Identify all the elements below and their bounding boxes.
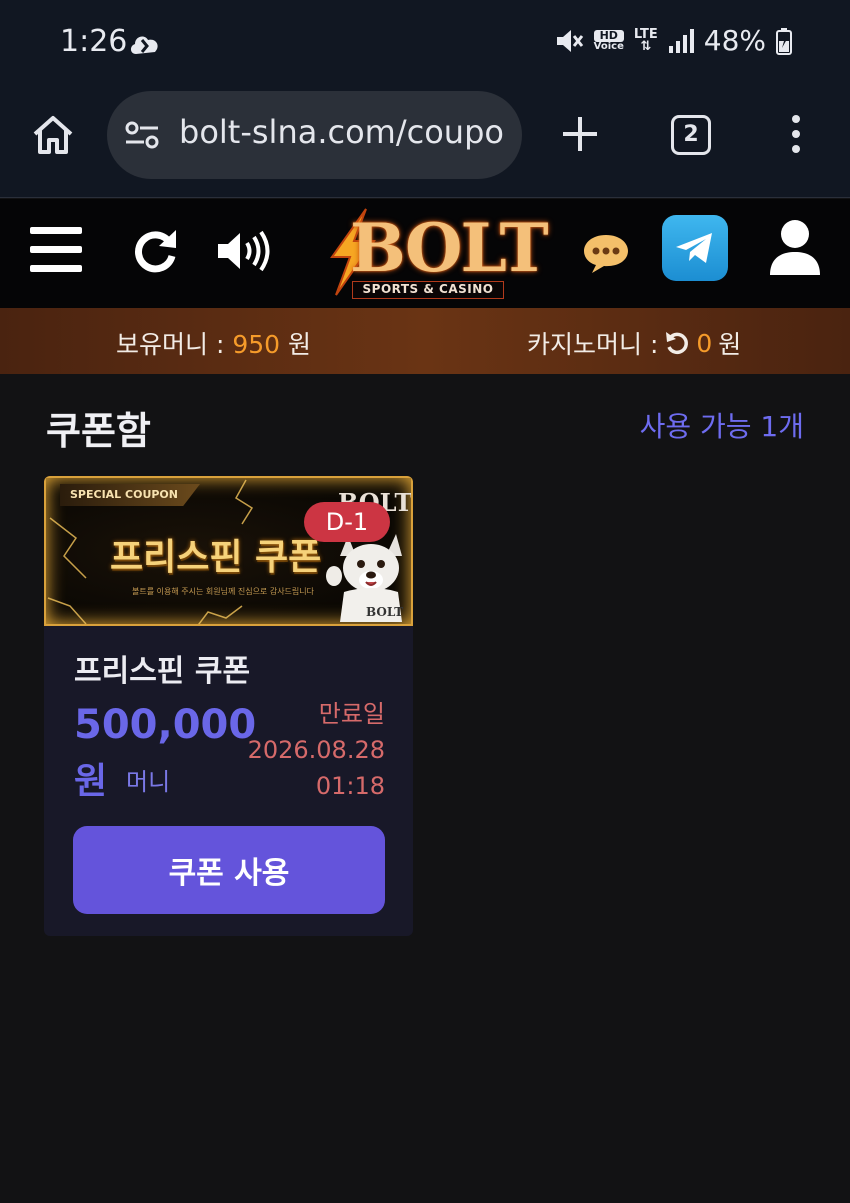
casino-money-unit: 원	[718, 330, 742, 359]
coupon-name: 프리스핀 쿠폰	[74, 654, 251, 689]
lte-icon: LTE ⇅	[633, 26, 658, 54]
sound-icon[interactable]	[216, 229, 272, 273]
page-title: 쿠폰함	[46, 409, 151, 453]
expiry-time: 01:18	[315, 772, 385, 800]
logo-subtitle: SPORTS & CASINO	[352, 281, 504, 299]
holding-money-value: 950	[232, 330, 281, 359]
money-bar: 보유머니 : 950 원 카지노머니 : 0 원	[0, 308, 850, 374]
special-coupon-tag: SPECIAL COUPON	[60, 484, 200, 506]
battery-percent: 48%	[703, 24, 766, 57]
browser-toolbar: bolt-slna.com/coupo 2	[0, 90, 850, 198]
cloud-icon	[130, 36, 158, 54]
status-indicators: HD Voice LTE ⇅ 48%	[554, 24, 792, 57]
refresh-icon[interactable]	[132, 226, 180, 274]
svg-text:BOLT: BOLT	[366, 605, 403, 619]
site-logo[interactable]: BOLT SPORTS & CASINO	[320, 205, 549, 303]
hd-voice-icon: HD Voice	[593, 28, 624, 52]
user-icon[interactable]	[768, 219, 822, 277]
coupon-amount: 500,000	[74, 702, 257, 748]
expiry-date: 2026.08.28	[247, 736, 385, 764]
status-time: 1:26	[60, 24, 128, 59]
hamburger-menu-icon[interactable]	[30, 227, 82, 273]
coupon-expiry: 만료일 2026.08.28 01:18	[248, 696, 385, 804]
holding-money: 보유머니 : 950 원	[116, 325, 311, 361]
holding-money-label: 보유머니 :	[116, 330, 225, 359]
tab-switcher-button[interactable]: 2	[671, 115, 711, 155]
expiry-label: 만료일	[318, 700, 385, 728]
signal-icon	[668, 28, 694, 53]
site-settings-icon[interactable]	[124, 119, 160, 151]
coupon-amount-unit: 원	[74, 761, 108, 802]
more-menu-icon[interactable]	[785, 114, 807, 154]
banner-title: 프리스핀 쿠폰	[110, 537, 322, 578]
telegram-icon[interactable]	[662, 215, 728, 281]
battery-icon	[776, 27, 792, 55]
logo-text: BOLT	[350, 209, 549, 287]
holding-money-unit: 원	[288, 330, 312, 359]
use-coupon-button[interactable]: 쿠폰 사용	[73, 826, 385, 914]
casino-money-value: 0	[696, 328, 713, 358]
available-count: 사용 가능 1개	[639, 410, 804, 443]
mute-icon	[556, 29, 583, 52]
new-tab-icon[interactable]	[560, 114, 600, 154]
banner-note: 볼트를 이용해 주시는 회원님께 진심으로 감사드립니다	[132, 587, 314, 596]
casino-refresh-icon[interactable]	[664, 330, 690, 356]
site-header: BOLT SPORTS & CASINO	[0, 199, 850, 308]
address-bar[interactable]: bolt-slna.com/coupo	[107, 91, 522, 179]
casino-money-label: 카지노머니 :	[527, 330, 659, 359]
status-bar: 1:26 HD Voice LTE ⇅ 48%	[0, 0, 850, 90]
coupon-card: SPECIAL COUPON 프리스핀 쿠폰 볼트를 이용해 주시는 회원님께 …	[44, 476, 413, 936]
dday-badge: D-1	[304, 502, 390, 542]
coupon-amount-type: 머니	[126, 768, 171, 796]
chat-icon[interactable]	[582, 233, 630, 275]
url-text[interactable]: bolt-slna.com/coupo	[179, 113, 504, 151]
home-icon[interactable]	[30, 112, 76, 158]
casino-money: 카지노머니 : 0 원	[527, 325, 741, 361]
coupon-banner: SPECIAL COUPON 프리스핀 쿠폰 볼트를 이용해 주시는 회원님께 …	[44, 476, 413, 626]
